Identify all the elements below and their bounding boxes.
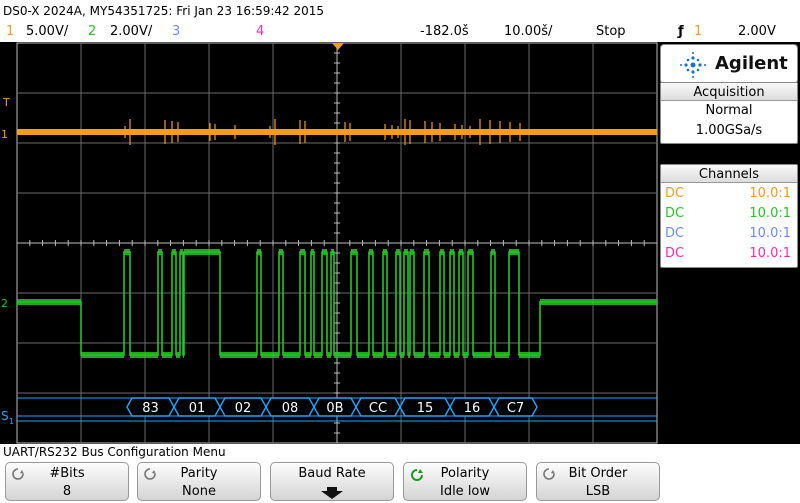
waveform-display[interactable]: 83 01 02 08 0B CC 15 16 C7 T 1 2 S 1 <box>0 42 660 444</box>
bit-order-softkey[interactable]: Bit Order LSB <box>536 462 660 501</box>
ch1-number[interactable]: 1 <box>6 24 14 39</box>
polarity-label: Polarity <box>440 466 490 481</box>
channel-coupling: DC <box>665 226 685 241</box>
bus-byte-label: 02 <box>235 401 252 416</box>
bus-byte-label: 16 <box>464 401 481 416</box>
probe-ratio: 10.0:1 <box>749 246 791 261</box>
bus-byte-label: 83 <box>142 401 159 416</box>
ch1-scale[interactable]: 5.00V/ <box>26 24 68 39</box>
channel-coupling: DC <box>665 186 685 201</box>
serial-bus-marker[interactable]: S <box>1 409 9 423</box>
trigger-level-marker[interactable]: T <box>2 96 10 109</box>
channel-coupling: DC <box>665 206 685 221</box>
brand-name: Agilent <box>715 53 788 74</box>
window-title: DS0-X 2024A, MY54351725: Fri Jan 23 16:5… <box>0 0 800 22</box>
bus-byte-label: C7 <box>507 401 524 416</box>
channels-list: DC 10.0:1 DC 10.0:1 DC 10.0:1 DC 10.0:1 <box>661 183 797 263</box>
channel-row-3[interactable]: DC 10.0:1 <box>661 223 797 243</box>
probe-ratio: 10.0:1 <box>749 186 791 201</box>
channel-row-1[interactable]: DC 10.0:1 <box>661 183 797 203</box>
parity-value: None <box>182 484 216 499</box>
bits-value: 8 <box>62 484 72 499</box>
trigger-position-icon[interactable] <box>332 43 344 50</box>
acquisition-header: Acquisition <box>661 83 797 101</box>
serial-bus-marker-index: 1 <box>9 417 14 426</box>
down-arrow-icon <box>321 487 343 499</box>
ch4-number[interactable]: 4 <box>256 24 264 39</box>
waveform-canvas[interactable]: 83 01 02 08 0B CC 15 16 C7 T 1 2 S 1 <box>0 42 660 444</box>
softkey-bar: #Bits 8 Parity None Baud Rate Polarity I… <box>0 460 800 503</box>
baud-rate-label: Baud Rate <box>298 466 366 481</box>
channels-panel[interactable]: Channels DC 10.0:1 DC 10.0:1 DC 10.0:1 DC 10.0:… <box>660 164 798 268</box>
ch2-ground-marker[interactable]: 2 <box>1 297 8 310</box>
trigger-edge-icon: ƒ <box>678 24 684 39</box>
bits-softkey[interactable]: #Bits 8 <box>5 462 129 501</box>
channels-header: Channels <box>661 165 797 183</box>
run-state[interactable]: Stop <box>596 24 626 39</box>
polarity-softkey[interactable]: Polarity Idle low <box>403 462 527 501</box>
bits-label: #Bits <box>49 466 85 481</box>
polarity-value: Idle low <box>439 484 491 499</box>
bus-byte-label: CC <box>369 401 387 416</box>
right-side-panel: Agilent Acquisition Normal 1.00GSa/s Cha… <box>660 42 800 444</box>
parity-softkey[interactable]: Parity None <box>137 462 261 501</box>
graticule <box>16 42 658 444</box>
acquisition-panel[interactable]: Acquisition Normal 1.00GSa/s <box>660 82 798 144</box>
probe-ratio: 10.0:1 <box>749 206 791 221</box>
bit-order-value: LSB <box>585 484 611 499</box>
probe-ratio: 10.0:1 <box>749 226 791 241</box>
bit-order-label: Bit Order <box>568 466 628 481</box>
status-bar: 1 5.00V/ 2 2.00V/ 3 4 -182.0š 10.00š/ St… <box>0 22 800 42</box>
acquisition-mode: Normal <box>705 103 753 118</box>
ch3-number[interactable]: 3 <box>172 24 180 39</box>
ch2-number[interactable]: 2 <box>88 24 96 39</box>
timebase-scale[interactable]: 10.00š/ <box>504 24 552 39</box>
agilent-logo: Agilent <box>660 44 798 84</box>
menu-title: UART/RS232 Bus Configuration Menu <box>0 444 800 460</box>
channel-row-2[interactable]: DC 10.0:1 <box>661 203 797 223</box>
channel-coupling: DC <box>665 246 685 261</box>
trigger-source[interactable]: 1 <box>694 24 702 39</box>
bus-byte-label: 08 <box>282 401 299 416</box>
spark-logo-icon <box>680 52 706 78</box>
bus-byte-label: 01 <box>189 401 206 416</box>
bus-byte-label: 0B <box>326 401 343 416</box>
baud-rate-softkey[interactable]: Baud Rate <box>270 462 394 501</box>
trigger-level[interactable]: 2.00V <box>738 24 776 39</box>
ch2-scale[interactable]: 2.00V/ <box>110 24 152 39</box>
parity-label: Parity <box>180 466 218 481</box>
horizontal-delay[interactable]: -182.0š <box>420 24 469 39</box>
sample-rate: 1.00GSa/s <box>695 123 763 138</box>
bus-byte-label: 15 <box>417 401 434 416</box>
ch1-ground-marker[interactable]: 1 <box>1 128 8 141</box>
channel-row-4[interactable]: DC 10.0:1 <box>661 243 797 263</box>
